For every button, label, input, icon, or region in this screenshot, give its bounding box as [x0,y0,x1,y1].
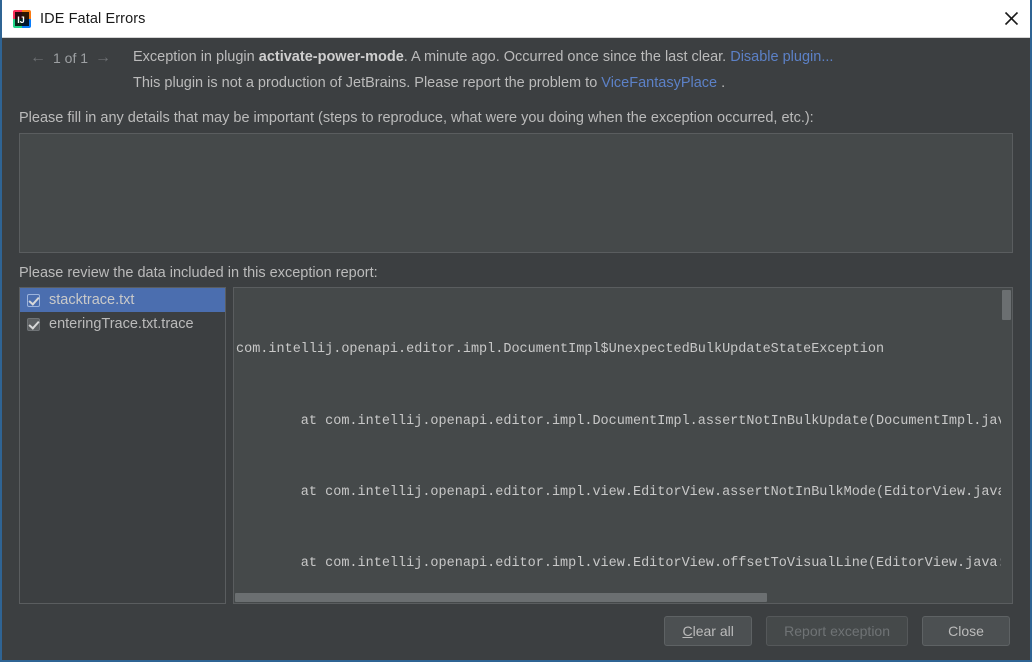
svg-text:IJ: IJ [17,15,25,25]
dialog-body: ← 1 of 1 → Exception in plugin activate-… [2,38,1030,658]
stacktrace-line: com.intellij.openapi.editor.impl.Documen… [236,342,885,358]
previous-exception-icon[interactable]: ← [30,50,46,66]
exception-counter: 1 of 1 [53,50,89,66]
plugin-disclaimer-line: This plugin is not a production of JetBr… [133,75,725,91]
attachment-name: enteringTrace.txt.trace [49,316,194,332]
exception-summary-line: Exception in plugin activate-power-mode.… [133,49,833,65]
details-input-box[interactable] [19,133,1013,253]
close-button[interactable]: Close [922,616,1010,646]
disclaimer-prefix: This plugin is not a production of JetBr… [133,75,602,91]
vertical-scrollbar[interactable] [1001,288,1012,594]
horizontal-scrollbar[interactable] [234,592,1002,603]
title-bar: IJ IDE Fatal Errors [2,0,1030,38]
stacktrace-line: at com.intellij.openapi.editor.impl.view… [236,484,1013,500]
stacktrace-line: at com.intellij.openapi.editor.impl.view… [236,555,1013,571]
clear-all-label: lear all [692,623,734,639]
attachment-list[interactable]: stacktrace.txt enteringTrace.txt.trace [19,287,226,604]
window-title: IDE Fatal Errors [40,10,146,27]
stacktrace-text: com.intellij.openapi.editor.impl.Documen… [234,288,1013,603]
intellij-idea-icon: IJ [13,9,31,28]
attachment-name: stacktrace.txt [49,292,135,308]
clear-all-mnemonic: C [682,623,693,639]
checkbox-checked-icon[interactable] [27,317,40,331]
close-icon[interactable] [988,0,1030,37]
exception-header: ← 1 of 1 → Exception in plugin activate-… [2,48,1030,98]
button-bar: Clear all Report exception Close [664,616,1010,646]
disclaimer-suffix: . [717,75,726,91]
exception-navigator: ← 1 of 1 → [30,50,111,67]
clear-all-button[interactable]: Clear all [664,616,753,646]
list-item[interactable]: enteringTrace.txt.trace [20,312,225,336]
summary-prefix: Exception in plugin [133,49,259,65]
next-exception-icon[interactable]: → [95,50,111,66]
vertical-scrollbar-thumb[interactable] [1002,290,1011,320]
plugin-name: activate-power-mode [258,49,404,65]
details-textarea[interactable] [20,134,1012,252]
disable-plugin-link[interactable]: Disable plugin... [730,49,833,65]
ide-fatal-errors-dialog: IJ IDE Fatal Errors ← 1 of 1 → Exception… [0,0,1032,662]
report-exception-button[interactable]: Report exception [766,616,908,646]
plugin-vendor-link[interactable]: ViceFantasyPlace [601,75,717,91]
stacktrace-line: at com.intellij.openapi.editor.impl.Docu… [236,413,1013,429]
details-label: Please fill in any details that may be i… [19,110,814,126]
horizontal-scrollbar-thumb[interactable] [235,593,767,602]
summary-suffix: . A minute ago. Occurred once since the … [403,49,731,65]
stacktrace-viewer[interactable]: com.intellij.openapi.editor.impl.Documen… [233,287,1013,604]
review-label: Please review the data included in this … [19,265,378,281]
list-item[interactable]: stacktrace.txt [20,288,225,312]
checkbox-checked-icon[interactable] [27,293,40,307]
